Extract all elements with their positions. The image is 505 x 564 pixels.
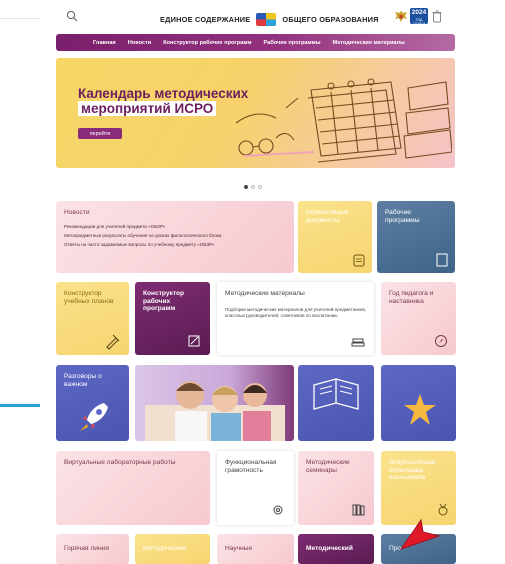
year-badge[interactable]: 2024 ГОД СЕМЬИ — [410, 8, 428, 26]
virtual-labs-tile[interactable]: Виртуальные лабораторные работы — [56, 451, 210, 525]
method-tile-2-title: Методические — [143, 545, 187, 552]
plan-constructor-tile[interactable]: Конструктор учебных планов — [56, 282, 129, 355]
pencil-ruler-icon — [106, 334, 120, 350]
search-icon[interactable] — [66, 10, 78, 22]
banner-go-button[interactable]: перейти — [78, 128, 122, 139]
medal-icon — [438, 503, 448, 516]
banner-title-line2: мероприятий ИСРО — [78, 101, 217, 116]
hotline-title: Горячая линия — [64, 545, 109, 552]
news-item-3[interactable]: Ответы на часто задаваемые вопросы по уч… — [64, 240, 221, 249]
important-talks-tile[interactable]: Разговоры о важном — [56, 365, 129, 441]
site-title-left: ЕДИНОЕ СОДЕРЖАНИЕ — [160, 15, 251, 24]
main-nav: Главная Новости Конструктор рабочих прог… — [56, 34, 455, 51]
important-talks-title: Разговоры о важном — [64, 373, 102, 388]
method-materials-desc: Подборки методических материалов для учи… — [225, 307, 367, 318]
slider-dot-1[interactable] — [244, 185, 248, 189]
slider-dots — [244, 185, 262, 189]
emblem-icon — [395, 11, 407, 22]
accessibility-icon[interactable] — [432, 10, 442, 23]
nav-item-work-programs[interactable]: Рабочие программы — [264, 40, 321, 46]
calendar-illustration — [235, 78, 452, 163]
slider-dot-3[interactable] — [258, 185, 262, 189]
edit-doc-icon — [188, 335, 200, 347]
olympiad-title: Всероссийская олимпиада школьников — [389, 459, 436, 482]
children-photo — [145, 381, 285, 441]
news-list: Рекомендации для учителей предмета «ОБЗР… — [64, 222, 221, 249]
science-title: Научные — [225, 545, 253, 552]
work-programs-tile[interactable]: Рабочие программы — [377, 201, 455, 273]
news-tile-title: Новости — [64, 209, 90, 216]
literacy-title: Функциональная грамотность — [225, 459, 277, 474]
nav-item-news[interactable]: Новости — [128, 40, 151, 46]
literacy-tile[interactable]: Функциональная грамотность — [217, 451, 294, 525]
year-teacher-title: Год педагога и наставника — [389, 290, 434, 305]
star-tile[interactable] — [381, 365, 456, 441]
news-item-1[interactable]: Рекомендации для учителей предмета «ОБЗР… — [64, 222, 221, 231]
seminars-title: Методические семинары — [306, 459, 350, 474]
news-tile[interactable]: Новости Рекомендации для учителей предме… — [56, 201, 294, 273]
work-programs-title: Рабочие программы — [385, 209, 420, 224]
nav-item-home[interactable]: Главная — [93, 40, 116, 46]
site-title[interactable]: ЕДИНОЕ СОДЕРЖАНИЕ ОБЩЕГО ОБРАЗОВАНИЯ — [160, 13, 379, 26]
normative-docs-tile[interactable]: Нормативные документы — [298, 201, 372, 273]
year-badge-number: 2024 — [411, 9, 427, 16]
normative-docs-title: Нормативные документы — [306, 209, 349, 224]
star-icon — [404, 394, 436, 425]
seminars-tile[interactable]: Методические семинары — [298, 451, 374, 525]
science-tile[interactable]: Научные — [217, 534, 294, 564]
olympiad-tile[interactable]: Всероссийская олимпиада школьников — [381, 451, 456, 525]
news-item-2[interactable]: Метапредметные результаты обучения на ур… — [64, 231, 221, 240]
method-materials-tile[interactable]: Методические материалы Подборки методиче… — [217, 282, 374, 355]
compass-icon — [435, 335, 447, 347]
gears-icon — [273, 505, 283, 515]
method-tile-3[interactable]: Методический — [298, 534, 374, 564]
open-book-icon — [313, 378, 359, 410]
program-constructor-tile[interactable]: Конструктор рабочих программ — [135, 282, 210, 355]
rocket-icon — [80, 403, 108, 431]
nav-item-program-constructor[interactable]: Конструктор рабочих программ — [163, 40, 251, 46]
nav-item-method-materials[interactable]: Методические материалы — [333, 40, 405, 46]
virtual-labs-title: Виртуальные лабораторные работы — [64, 459, 176, 466]
year-teacher-tile[interactable]: Год педагога и наставника — [381, 282, 456, 355]
site-title-right: ОБЩЕГО ОБРАЗОВАНИЯ — [282, 15, 379, 24]
hero-banner[interactable]: Календарь методических мероприятий ИСРО … — [56, 58, 455, 168]
year-badge-caption: ГОД СЕМЬИ — [412, 18, 426, 26]
method-materials-title: Методические материалы — [225, 290, 305, 297]
hotline-tile[interactable]: Горячая линия — [56, 534, 129, 564]
open-book-tile[interactable] — [298, 365, 374, 441]
logo-icon — [256, 13, 277, 26]
left-divider-line — [0, 18, 40, 19]
kids-photo-tile[interactable] — [135, 365, 294, 441]
page-icon — [436, 253, 448, 267]
books-icon — [351, 338, 365, 347]
document-icon — [353, 254, 365, 267]
left-accent-bar — [0, 404, 40, 407]
plan-constructor-title: Конструктор учебных планов — [64, 290, 114, 305]
binders-icon — [352, 504, 365, 516]
program-constructor-title: Конструктор рабочих программ — [143, 290, 185, 313]
slider-dot-2[interactable] — [251, 185, 255, 189]
method-tile-3-title: Методический — [306, 545, 353, 552]
method-tile-2[interactable]: Методические — [135, 534, 210, 564]
pointer-arrow-icon — [399, 518, 441, 550]
